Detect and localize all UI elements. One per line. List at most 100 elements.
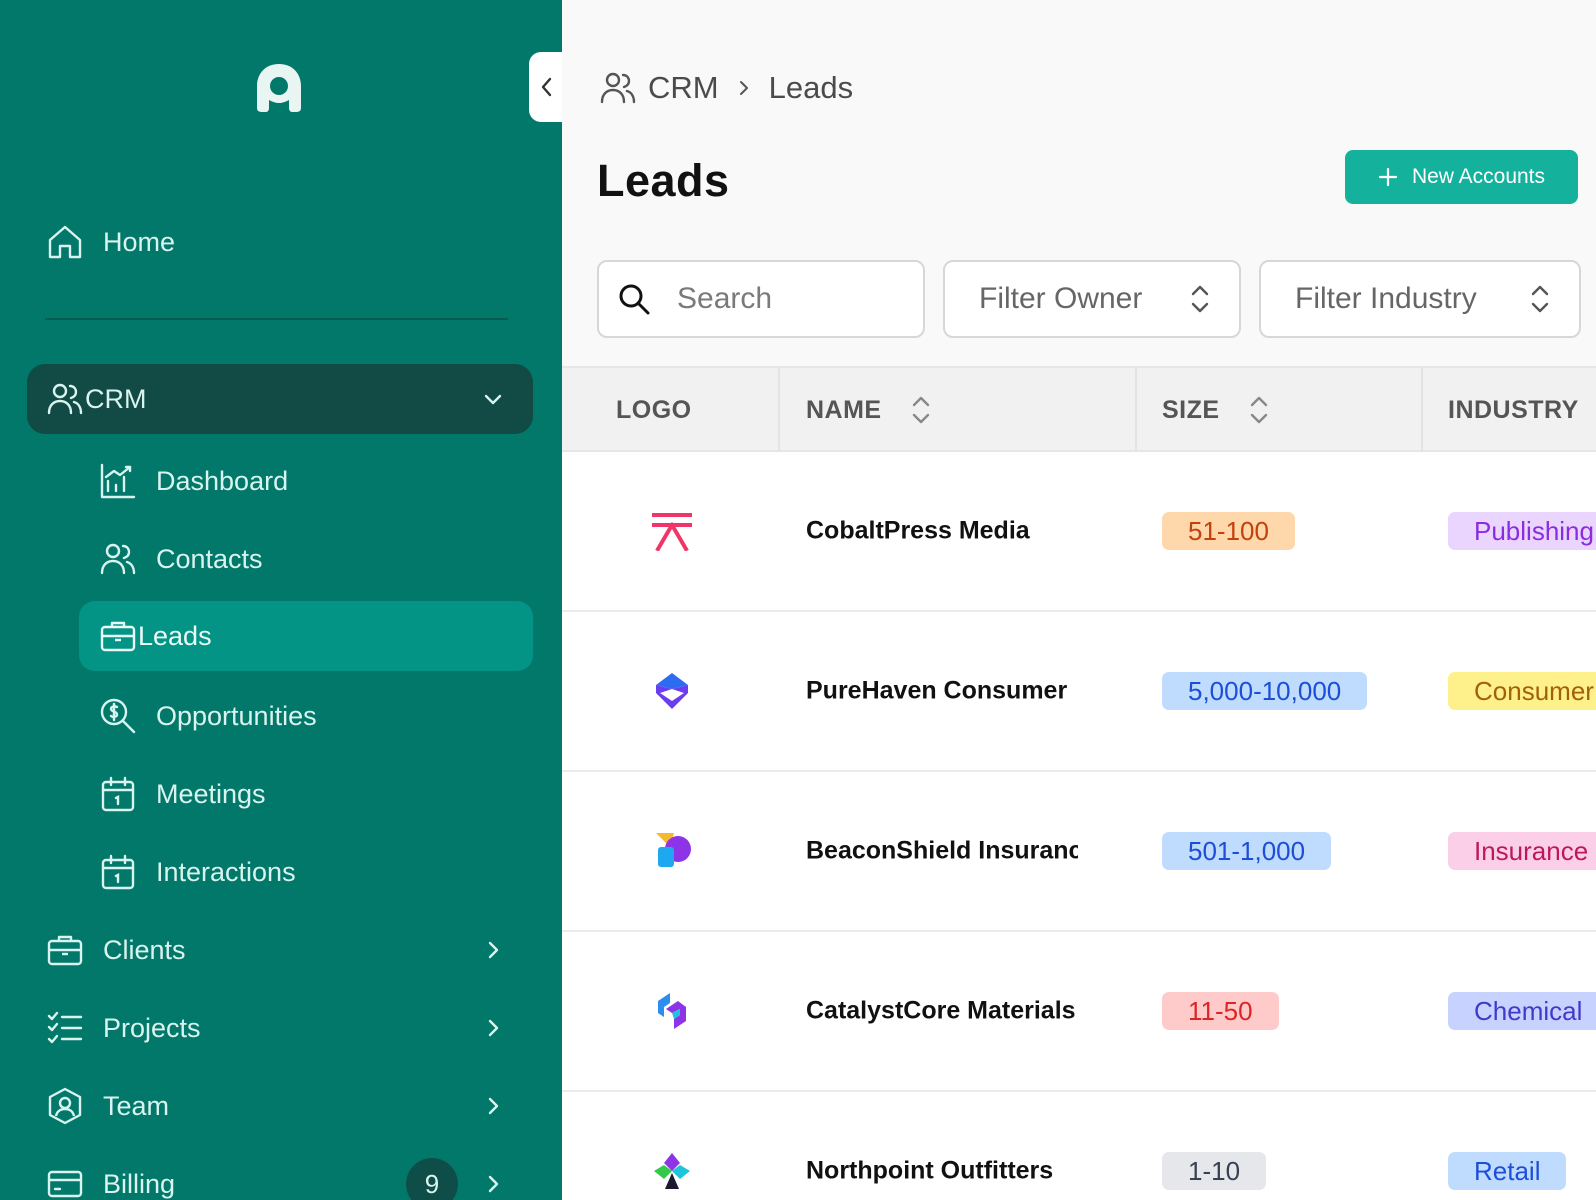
chevron-right-icon [488, 1097, 499, 1115]
sort-updown-icon[interactable] [1248, 393, 1270, 427]
sidebar-item-leads[interactable]: Leads [79, 601, 533, 671]
users-icon [600, 72, 636, 104]
new-accounts-button[interactable]: New Accounts [1345, 150, 1578, 204]
filter-industry-label: Filter Industry [1295, 282, 1477, 315]
table-row[interactable]: CatalystCore Materials 11-50 Chemical [562, 932, 1596, 1092]
column-header-industry: INDUSTRY [1448, 368, 1579, 452]
column-divider [778, 368, 780, 452]
sidebar-item-label: Dashboard [156, 465, 289, 496]
chevron-right-icon [488, 1175, 499, 1193]
beaconshield-logo-icon [656, 833, 691, 867]
column-divider [1421, 368, 1423, 452]
sidebar-item-crm[interactable]: CRM [27, 364, 533, 434]
user-badge-icon [45, 1086, 85, 1126]
sidebar-item-contacts[interactable]: Contacts [98, 528, 533, 590]
table-row[interactable]: CobaltPress Media 51-100 Publishing [562, 452, 1596, 612]
industry-badge: Publishing [1448, 512, 1596, 550]
calendar-icon [98, 774, 138, 814]
sidebar-item-projects[interactable]: Projects [45, 997, 533, 1059]
sidebar-item-label: CRM [85, 383, 147, 414]
filter-owner-label: Filter Owner [979, 282, 1143, 315]
sidebar-item-label: Projects [103, 1012, 201, 1043]
filter-owner-select[interactable]: Filter Owner [943, 260, 1241, 338]
main-content: CRM Leads Leads New Accounts Filter Owne… [562, 0, 1596, 1200]
lead-name[interactable]: BeaconShield Insurance [806, 837, 1078, 866]
cobaltpress-logo-icon [652, 513, 692, 551]
new-accounts-label: New Accounts [1411, 165, 1546, 188]
sidebar-item-label: Billing [103, 1168, 176, 1199]
app-logo[interactable] [255, 62, 303, 114]
sidebar-item-opportunities[interactable]: Opportunities [98, 685, 533, 747]
sort-updown-icon[interactable] [910, 393, 932, 427]
industry-badge: Retail [1448, 1152, 1567, 1190]
lead-name[interactable]: Northpoint Outfitters [806, 1157, 1078, 1186]
size-badge: 501-1,000 [1162, 832, 1332, 870]
size-badge: 1-10 [1162, 1152, 1267, 1190]
briefcase-icon [98, 616, 138, 656]
column-header-size[interactable]: SIZE [1162, 368, 1270, 452]
chevron-down-icon [484, 394, 502, 405]
sidebar-item-dashboard[interactable]: Dashboard [98, 450, 533, 512]
search-input[interactable] [677, 282, 897, 316]
column-header-label: INDUSTRY [1448, 395, 1579, 424]
breadcrumb: CRM Leads [598, 68, 853, 108]
search-dollar-icon [98, 696, 138, 736]
size-badge: 11-50 [1162, 992, 1279, 1030]
sidebar-item-billing[interactable]: Billing 9 [45, 1153, 533, 1200]
calendar-icon [98, 852, 138, 892]
breadcrumb-current: Leads [768, 70, 854, 105]
industry-badge: Consumer [1448, 672, 1596, 710]
sidebar-item-label: Meetings [156, 778, 266, 809]
size-badge: 51-100 [1162, 512, 1295, 550]
lead-name[interactable]: CatalystCore Materials [806, 997, 1078, 1026]
size-badge: 5,000-10,000 [1162, 672, 1368, 710]
users-icon [98, 539, 138, 579]
table-header: LOGO NAME SIZE INDUSTRY [562, 366, 1596, 452]
sidebar-item-label: Opportunities [156, 700, 317, 731]
sidebar-item-home[interactable]: Home [45, 211, 533, 273]
collapse-sidebar-button[interactable] [529, 52, 562, 122]
search-field[interactable] [597, 260, 925, 338]
chevron-right-icon [488, 1019, 499, 1037]
lead-name[interactable]: PureHaven Consumer [806, 677, 1078, 706]
purehaven-logo-icon [656, 673, 688, 709]
filter-industry-select[interactable]: Filter Industry [1259, 260, 1581, 338]
sort-updown-icon [1531, 285, 1549, 313]
lead-name[interactable]: CobaltPress Media [806, 517, 1078, 546]
industry-badge: Chemical [1448, 992, 1596, 1030]
column-header-label: SIZE [1162, 395, 1220, 424]
industry-badge: Insurance [1448, 832, 1596, 870]
northpoint-logo-icon [654, 1153, 690, 1189]
column-header-name[interactable]: NAME [806, 368, 932, 452]
sidebar-item-label: Team [103, 1090, 170, 1121]
chart-icon [98, 461, 138, 501]
column-header-label: LOGO [616, 395, 692, 424]
table-row[interactable]: Northpoint Outfitters 1-10 Retail [562, 1092, 1596, 1200]
users-icon [45, 379, 85, 419]
chevron-right-icon [739, 81, 748, 95]
sidebar-item-label: Clients [103, 934, 186, 965]
column-header-label: NAME [806, 395, 882, 424]
table-row[interactable]: BeaconShield Insurance 501-1,000 Insuran… [562, 772, 1596, 932]
table-row[interactable]: PureHaven Consumer 5,000-10,000 Consumer [562, 612, 1596, 772]
sidebar-item-label: Home [103, 226, 176, 257]
sidebar: Home CRM Dashboard Contacts Leads Opport… [0, 0, 562, 1200]
sidebar-item-team[interactable]: Team [45, 1075, 533, 1137]
credit-card-icon [45, 1164, 85, 1200]
sidebar-divider [45, 318, 508, 320]
sidebar-item-label: Interactions [156, 856, 296, 887]
billing-count-badge: 9 [406, 1158, 458, 1200]
column-divider [1135, 368, 1137, 452]
checklist-icon [45, 1008, 85, 1048]
page-title: Leads [597, 155, 730, 206]
briefcase-icon [45, 930, 85, 970]
search-icon [619, 284, 650, 315]
home-icon [45, 222, 85, 262]
sidebar-item-interactions[interactable]: Interactions [98, 841, 533, 903]
sort-updown-icon [1191, 285, 1209, 313]
sidebar-item-meetings[interactable]: Meetings [98, 763, 533, 825]
sidebar-item-clients[interactable]: Clients [45, 919, 533, 981]
chevron-right-icon [488, 941, 499, 959]
breadcrumb-crm-link[interactable]: CRM [648, 70, 719, 106]
sidebar-item-label: Leads [138, 620, 212, 651]
